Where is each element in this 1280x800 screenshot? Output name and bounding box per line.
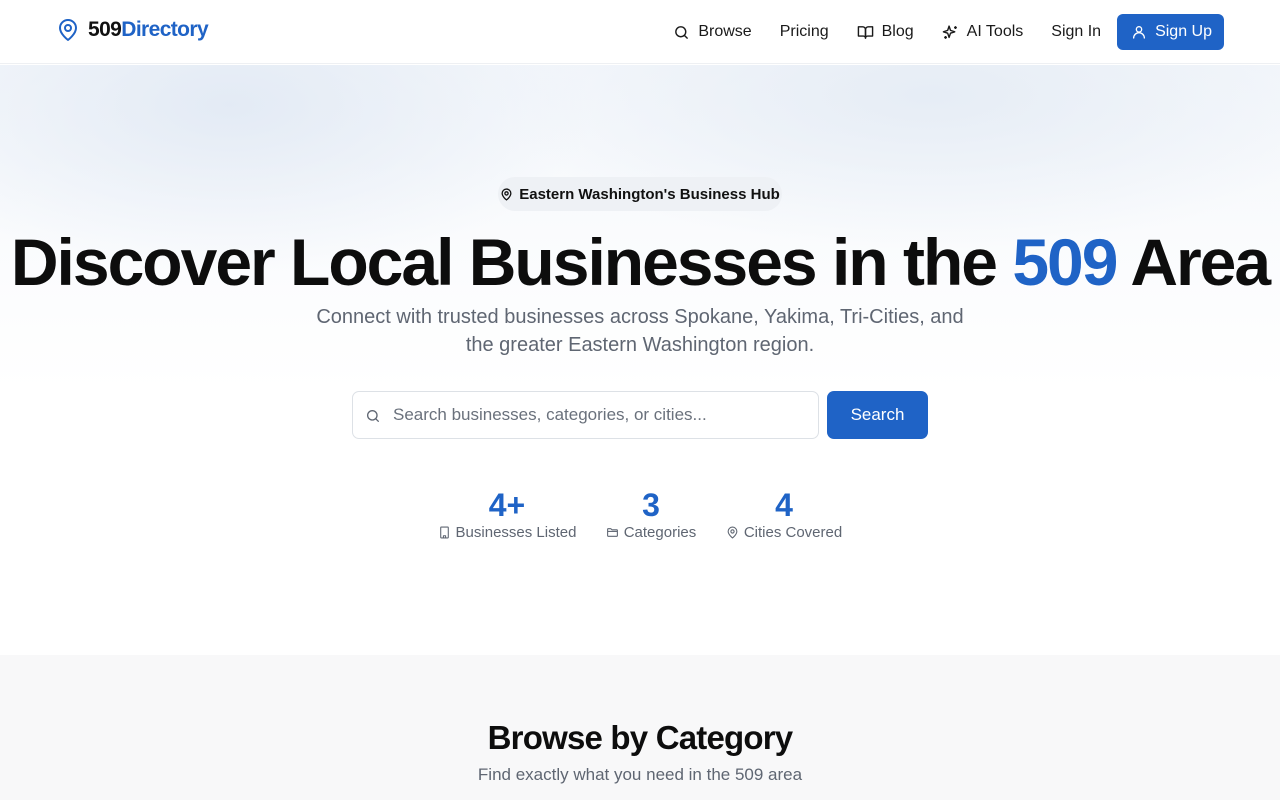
stat-value: 3 (642, 487, 660, 523)
site-header: 509Directory Browse Pricing Blog AI Tool… (0, 0, 1280, 64)
book-open-icon (857, 25, 873, 39)
search-input[interactable] (393, 392, 813, 438)
stat-cities: 4 Cities Covered (722, 486, 846, 541)
nav-ai-tools[interactable]: AI Tools (928, 14, 1038, 50)
search-icon (367, 410, 379, 422)
main-nav: Browse Pricing Blog AI Tools Sign In Sig… (659, 14, 1224, 50)
hero-title-before: Discover Local Businesses in the (10, 225, 1013, 299)
stat-label-text: Cities Covered (743, 524, 843, 541)
user-icon (1133, 26, 1146, 39)
stat-label-text: Businesses Listed (455, 524, 577, 541)
stat-label: Cities Covered (722, 524, 846, 541)
search-box (352, 391, 819, 439)
categories-title: Browse by Category (487, 719, 794, 756)
stat-label: Categories (601, 524, 701, 541)
stat-label: Businesses Listed (437, 524, 577, 541)
hero-title: Discover Local Businesses in the 509 Are… (0, 225, 1280, 299)
nav-browse[interactable]: Browse (659, 14, 765, 50)
nav-pricing[interactable]: Pricing (766, 14, 843, 50)
map-pin-icon (501, 187, 512, 201)
brand-name-dark: 509 (88, 18, 122, 41)
brand-logo-link[interactable]: 509Directory (56, 18, 209, 42)
stat-businesses: 4+ Businesses Listed (437, 486, 577, 541)
building-icon (439, 526, 449, 539)
map-pin-icon (727, 526, 738, 539)
stat-value: 4+ (488, 487, 526, 523)
hero-title-highlight: 509 (1012, 225, 1118, 299)
hero-section: Eastern Washington's Business Hub Discov… (0, 65, 1280, 655)
brand-name-accent: Directory (121, 18, 209, 41)
brand-name: 509Directory (88, 18, 209, 42)
sparkles-icon (942, 24, 957, 39)
hero-subtitle: Connect with trusted businesses across S… (316, 306, 964, 356)
hero-badge-label: Eastern Washington's Business Hub (519, 185, 780, 203)
nav-sign-in[interactable]: Sign In (1037, 14, 1115, 50)
nav-ai-tools-label: AI Tools (966, 23, 1024, 40)
search-button[interactable]: Search (827, 391, 928, 439)
map-pin-icon (59, 19, 77, 41)
hero-badge: Eastern Washington's Business Hub (498, 177, 782, 211)
nav-blog[interactable]: Blog (843, 14, 928, 50)
sign-up-label: Sign Up (1155, 23, 1212, 40)
stat-categories: 3 Categories (601, 486, 701, 541)
stat-value: 4 (775, 487, 793, 523)
search-icon (675, 25, 689, 39)
nav-pricing-label: Pricing (779, 23, 829, 40)
sign-up-button[interactable]: Sign Up (1117, 14, 1224, 50)
nav-blog-label: Blog (881, 23, 914, 40)
nav-browse-label: Browse (698, 23, 752, 40)
folder-icon (606, 528, 618, 537)
stat-label-text: Categories (623, 524, 697, 541)
categories-section: Browse by Category Find exactly what you… (0, 655, 1280, 800)
categories-subtitle: Find exactly what you need in the 509 ar… (477, 765, 803, 784)
search-button-label: Search (850, 405, 905, 424)
nav-sign-in-label: Sign In (1051, 23, 1102, 40)
hero-title-after: Area (1116, 225, 1271, 299)
